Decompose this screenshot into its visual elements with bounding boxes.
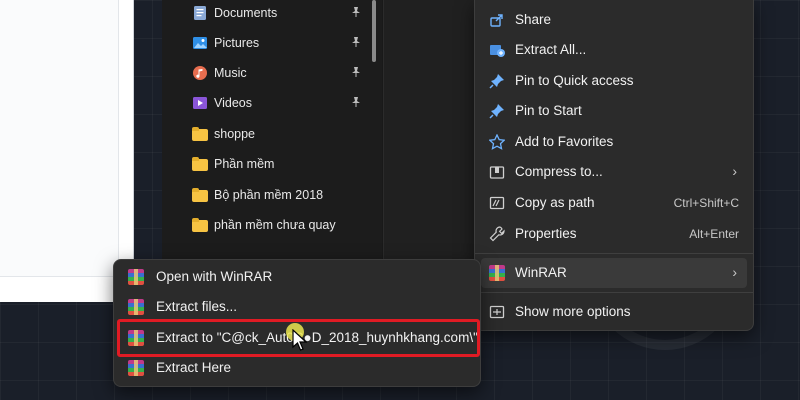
share-icon — [489, 12, 505, 28]
menu-item-label: Show more options — [515, 304, 631, 319]
context-menu: Share Extract All... Pin to Quick access… — [474, 0, 754, 331]
menu-item-share[interactable]: Share — [481, 5, 747, 35]
submenu-item-label: Extract Here — [156, 360, 232, 375]
menu-item-pin-to-start[interactable]: Pin to Start — [481, 96, 747, 126]
nav-item-music[interactable]: Music — [192, 60, 372, 86]
file-list-pane[interactable] — [383, 0, 483, 262]
nav-item-label: Videos — [214, 96, 252, 110]
menu-item-label: Pin to Quick access — [515, 73, 634, 88]
menu-item-compress-to[interactable]: Compress to... › — [481, 157, 747, 187]
nav-item-label: Documents — [214, 6, 278, 20]
submenu-item-extract-here[interactable]: Extract Here — [120, 353, 474, 383]
nav-item-documents[interactable]: Documents — [192, 0, 372, 26]
pictures-icon — [192, 35, 208, 51]
submenu-item-label: Open with WinRAR — [156, 269, 273, 284]
copy-path-icon — [489, 195, 505, 211]
menu-item-show-more-options[interactable]: Show more options — [481, 297, 747, 327]
winrar-icon — [128, 269, 144, 285]
pin-icon — [350, 36, 362, 48]
chevron-right-icon: › — [732, 163, 737, 179]
music-icon — [192, 65, 208, 81]
menu-item-label: WinRAR — [515, 265, 567, 280]
folder-icon — [192, 157, 208, 171]
menu-item-label: Properties — [515, 226, 577, 241]
file-explorer: Documents Pictures Music Videos shoppe P… — [162, 0, 483, 262]
pin-icon — [489, 73, 505, 89]
menu-divider — [475, 253, 753, 254]
star-icon — [488, 133, 506, 150]
menu-item-copy-as-path[interactable]: Copy as path Ctrl+Shift+C — [481, 188, 747, 218]
documents-icon — [192, 5, 208, 21]
shortcut-label: Ctrl+Shift+C — [673, 196, 739, 210]
folder-icon — [192, 218, 208, 232]
menu-item-properties[interactable]: Properties Alt+Enter — [481, 219, 747, 249]
nav-item-videos[interactable]: Videos — [192, 90, 372, 116]
chevron-right-icon: › — [732, 264, 737, 280]
winrar-icon — [128, 299, 144, 315]
nav-item-folder[interactable]: Bộ phần mềm 2018 — [192, 182, 372, 208]
submenu-item-label: Extract files... — [156, 299, 238, 314]
nav-item-folder[interactable]: phần mềm chưa quay — [192, 212, 372, 238]
nav-item-label: Music — [214, 66, 247, 80]
compress-icon — [489, 164, 505, 180]
menu-item-label: Share — [515, 12, 552, 27]
shortcut-label: Alt+Enter — [689, 227, 739, 241]
nav-item-folder[interactable]: Phần mềm — [192, 151, 372, 177]
nav-item-label: Pictures — [214, 36, 260, 50]
nav-item-pictures[interactable]: Pictures — [192, 30, 372, 56]
pin-icon — [489, 103, 505, 119]
folder-icon — [192, 127, 208, 141]
videos-icon — [192, 95, 208, 111]
menu-item-add-to-favorites[interactable]: Add to Favorites — [481, 127, 747, 157]
menu-item-extract-all[interactable]: Extract All... — [481, 35, 747, 65]
wrench-icon — [489, 226, 505, 242]
nav-item-label: phần mềm chưa quay — [214, 218, 336, 232]
menu-item-winrar[interactable]: WinRAR › — [481, 258, 747, 288]
pin-icon — [350, 96, 362, 108]
mouse-cursor-icon — [286, 323, 310, 351]
menu-item-label: Copy as path — [515, 195, 595, 210]
nav-item-label: shoppe — [214, 127, 256, 141]
menu-item-label: Compress to... — [515, 164, 603, 179]
submenu-item-extract-files[interactable]: Extract files... — [120, 292, 474, 322]
pin-icon — [350, 66, 362, 78]
submenu-item-open-with-winrar[interactable]: Open with WinRAR — [120, 262, 474, 292]
menu-item-pin-quick-access[interactable]: Pin to Quick access — [481, 66, 747, 96]
background-window — [0, 0, 134, 302]
folder-icon — [192, 188, 208, 202]
menu-item-label: Pin to Start — [515, 103, 582, 118]
navigation-pane: Documents Pictures Music Videos shoppe P… — [162, 0, 382, 262]
winrar-icon — [489, 265, 505, 281]
nav-item-label: Phần mềm — [214, 157, 275, 171]
show-more-icon — [489, 304, 505, 320]
menu-item-label: Extract All... — [515, 42, 587, 57]
nav-item-label: Bộ phần mềm 2018 — [214, 188, 324, 202]
background-window-pane — [0, 0, 119, 277]
nav-scrollbar[interactable] — [372, 0, 376, 62]
winrar-icon — [128, 360, 144, 376]
pin-icon — [350, 6, 362, 18]
extract-all-icon — [489, 42, 505, 58]
nav-item-folder[interactable]: shoppe — [192, 121, 372, 147]
menu-item-label: Add to Favorites — [515, 134, 614, 149]
menu-divider — [475, 292, 753, 293]
